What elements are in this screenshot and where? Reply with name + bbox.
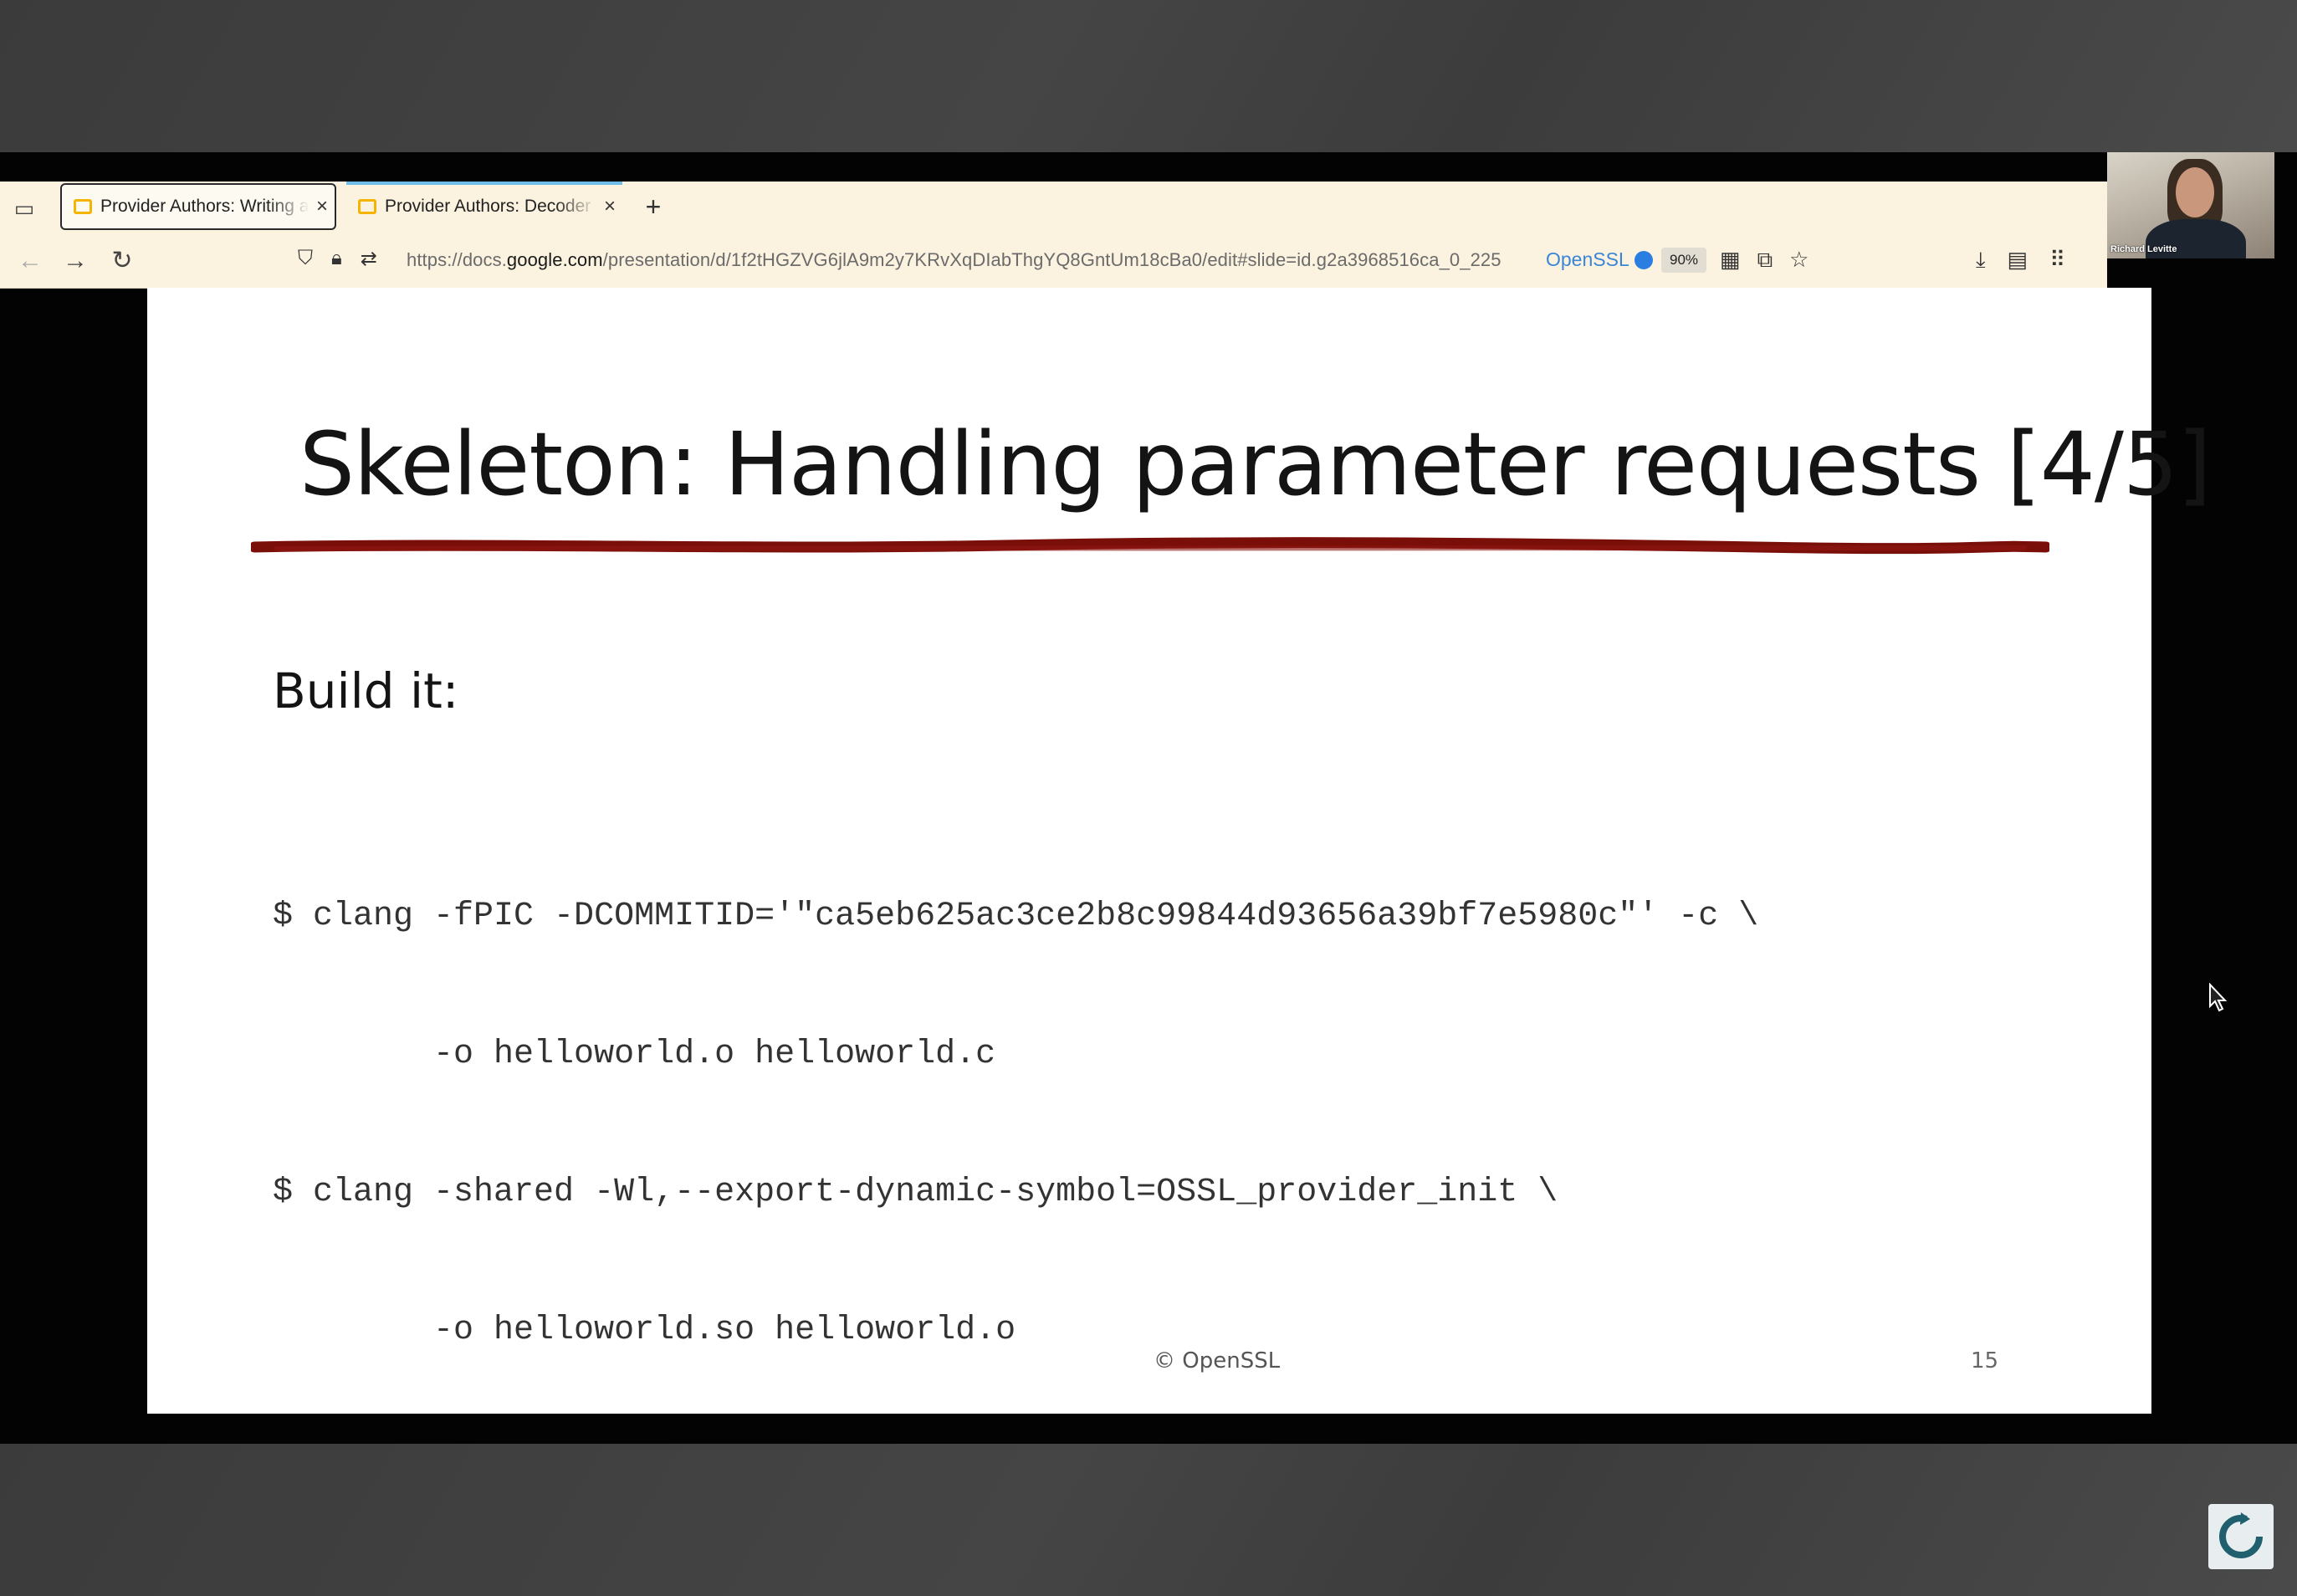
tab-overview-icon[interactable]: ▭ [10, 195, 38, 222]
tab-decoder[interactable]: Provider Authors: Decoder × [346, 182, 622, 230]
forward-icon[interactable]: → [59, 245, 92, 277]
code-line: -o helloworld.so helloworld.o [273, 1312, 1016, 1349]
presenter-face [2176, 167, 2214, 217]
container-dot-icon [1634, 250, 1653, 269]
presentation-slide: Skeleton: Handling parameter requests [4… [147, 288, 2212, 1414]
tab-writing[interactable]: Provider Authors: Writing a × [60, 183, 336, 230]
browser-tab-bar: ▭ Provider Authors: Writing a × Provider… [0, 182, 2107, 235]
url-security-icons: ⛉ 🔒︎ ⇄ [298, 247, 377, 271]
container-label[interactable]: OpenSSL [1546, 248, 1653, 271]
tab-title: Provider Authors: Decoder [385, 197, 591, 216]
slide-subheading: Build it: [273, 662, 459, 719]
tab-close-icon[interactable]: × [310, 195, 335, 218]
browser-nav-bar: ← → ↻ ⛉ 🔒︎ ⇄ https://docs.google.com/pre… [0, 235, 2107, 289]
url-path: /presentation/d/1f2tHGZVG6jlA9m2y7KRvXqD… [602, 249, 1501, 270]
apps-icon[interactable]: ⠿ [2049, 247, 2065, 274]
title-underline [251, 537, 2049, 555]
reader-icon[interactable]: ▤ [2008, 247, 2028, 274]
zoom-level[interactable]: 90% [1661, 248, 1706, 273]
tab-close-icon[interactable]: × [597, 195, 622, 218]
slides-favicon-icon [74, 199, 92, 214]
code-line: -o helloworld.o helloworld.c [273, 1036, 996, 1073]
code-block: $ clang -fPIC -DCOMMITID='"ca5eb625ac3ce… [273, 801, 1758, 1445]
url-actions: ▦ ⧉ ☆ [1720, 247, 1808, 274]
toolbar-right: ⤓ ▤ ⠿ [1976, 247, 2065, 274]
permissions-icon[interactable]: ⇄ [361, 247, 377, 271]
bookmark-star-icon[interactable]: ☆ [1789, 247, 1808, 274]
download-icon[interactable]: ⤓ [1976, 247, 1986, 274]
url-domain: google.com [506, 249, 603, 270]
shield-icon[interactable]: ⛉ [298, 247, 313, 271]
slide-number: 15 [1971, 1348, 1999, 1373]
slide-footer: © OpenSSL [1154, 1348, 1281, 1373]
mouse-cursor-icon [2209, 983, 2228, 1012]
new-tab-button[interactable]: + [641, 192, 666, 223]
lock-icon[interactable]: 🔒︎ [331, 247, 342, 271]
code-line: $ clang -fPIC -DCOMMITID='"ca5eb625ac3ce… [273, 898, 1759, 935]
background-top [0, 0, 2297, 152]
screenshot-icon[interactable]: ⧉ [1757, 247, 1773, 274]
back-icon[interactable]: ← [13, 245, 47, 277]
background-bottom [0, 1444, 2297, 1596]
url-field[interactable]: https://docs.google.com/presentation/d/1… [407, 249, 1501, 271]
url-prefix: https://docs. [407, 249, 507, 270]
qr-icon[interactable]: ▦ [1720, 247, 1741, 274]
reload-icon[interactable]: ↻ [105, 245, 139, 277]
slide-title: Skeleton: Handling parameter requests [4… [299, 413, 2212, 515]
webcam-video: Richard Levitte [2107, 152, 2274, 258]
refresh-logo-icon [2208, 1504, 2274, 1569]
webcam-name: Richard Levitte [2110, 244, 2177, 254]
tab-title: Provider Authors: Writing a [100, 197, 310, 216]
code-line: $ clang -shared -Wl,--export-dynamic-sym… [273, 1174, 1558, 1211]
slides-favicon-icon [358, 199, 376, 214]
container-name: OpenSSL [1546, 248, 1629, 270]
